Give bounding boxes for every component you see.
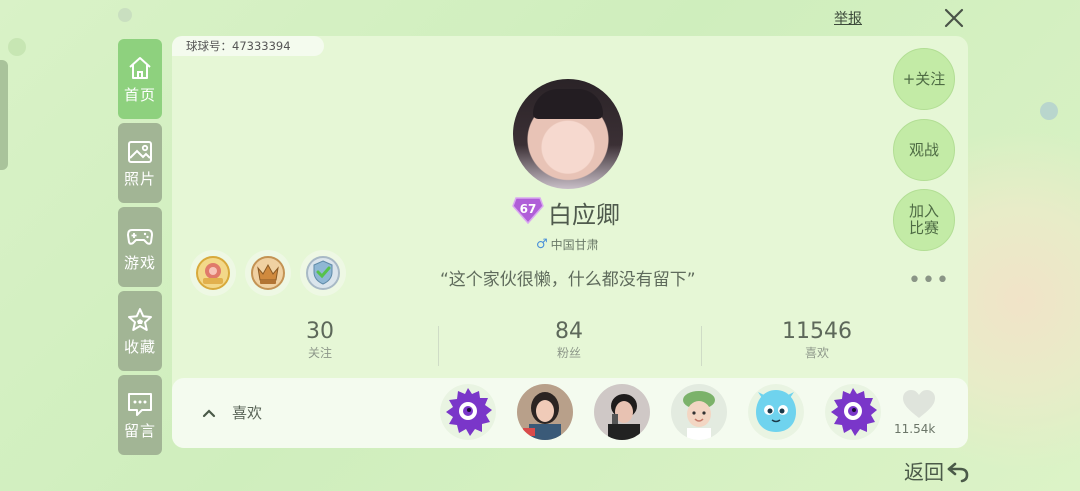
sidebar-item-label: 首页 — [123, 85, 156, 104]
back-arrow-icon — [947, 462, 969, 482]
likes-count: 11.54k — [894, 422, 936, 436]
star-icon — [128, 307, 152, 331]
likes-collapse-toggle[interactable]: 喜欢 — [202, 402, 262, 423]
liker-avatar[interactable] — [517, 384, 573, 440]
stat-label: 喜欢 — [804, 346, 829, 360]
shield-check-icon — [306, 256, 340, 290]
user-photo-avatar — [671, 384, 727, 440]
back-label: 返回 — [904, 460, 944, 484]
report-link[interactable]: 举报 — [834, 8, 862, 28]
stat-following[interactable]: 30 关注 — [220, 319, 420, 361]
medal-list — [190, 250, 346, 296]
background-bubble — [8, 38, 26, 56]
join-match-label: 加入比赛 — [908, 202, 939, 237]
sidebar-item-messages[interactable]: 留言 — [118, 375, 162, 455]
stat-fans[interactable]: 84 粉丝 — [469, 319, 669, 361]
medal-badge[interactable] — [190, 250, 236, 296]
gamepad-icon — [127, 228, 153, 245]
divider — [701, 326, 702, 366]
uid-label: 球球号：47333394 — [172, 36, 324, 56]
trophy-icon — [196, 256, 230, 290]
more-options-button[interactable]: ••• — [908, 268, 950, 293]
medal-badge[interactable] — [300, 250, 346, 296]
motto-text: “这个家伙很懒，什么都没有留下” — [440, 270, 696, 290]
join-match-button[interactable]: 加入比赛 — [893, 189, 955, 251]
watch-button[interactable]: 观战 — [893, 119, 955, 181]
stat-label: 粉丝 — [556, 346, 581, 360]
liker-avatar[interactable] — [440, 384, 496, 440]
stat-value: 84 — [555, 319, 583, 344]
chevron-up-icon — [202, 408, 216, 417]
location-text: 中国甘肃 — [550, 238, 599, 252]
background-bubble — [1040, 102, 1058, 120]
divider — [438, 326, 439, 366]
back-button[interactable]: 返回 — [904, 456, 970, 485]
sidebar-item-photos[interactable]: 照片 — [118, 123, 162, 203]
sidebar-item-favorites[interactable]: 收藏 — [118, 291, 162, 371]
stat-value: 11546 — [782, 319, 852, 344]
edge-drawer-handle[interactable] — [0, 60, 8, 170]
avatar[interactable] — [513, 79, 623, 189]
sidebar-item-label: 收藏 — [123, 337, 156, 356]
sidebar-item-games[interactable]: 游戏 — [118, 207, 162, 287]
stat-label: 关注 — [307, 346, 332, 360]
liker-avatar[interactable] — [825, 384, 881, 440]
likes-label: 喜欢 — [232, 404, 263, 422]
purple-monster-avatar — [825, 384, 881, 440]
background-bubble — [118, 8, 132, 22]
home-icon — [129, 56, 151, 79]
likes-bar: 喜欢 11.54k — [172, 378, 968, 448]
sidebar-item-label: 照片 — [123, 169, 156, 188]
crown-icon — [251, 256, 285, 290]
user-photo-avatar — [517, 384, 573, 440]
heart-icon[interactable] — [901, 388, 937, 420]
level-badge-icon: 67 — [512, 197, 544, 224]
photo-icon — [128, 140, 152, 163]
liker-avatar[interactable] — [594, 384, 650, 440]
blue-blob-avatar — [748, 384, 804, 440]
message-icon — [128, 392, 152, 416]
username: 白应卿 — [548, 201, 620, 229]
liker-avatar[interactable] — [671, 384, 727, 440]
sidebar-item-home[interactable]: 首页 — [118, 39, 162, 119]
sidebar-item-label: 游戏 — [123, 253, 156, 272]
user-photo-avatar — [594, 384, 650, 440]
male-icon: ♂ — [536, 237, 548, 252]
level-number: 67 — [520, 202, 537, 216]
stat-likes[interactable]: 11546 喜欢 — [717, 319, 917, 361]
liker-avatar[interactable] — [748, 384, 804, 440]
close-icon[interactable] — [942, 6, 966, 30]
medal-badge[interactable] — [245, 250, 291, 296]
sidebar-item-label: 留言 — [123, 421, 156, 440]
avatar-hair — [533, 89, 603, 119]
stat-value: 30 — [306, 319, 334, 344]
purple-monster-avatar — [440, 384, 496, 440]
gender-location: ♂ 中国甘肃 — [536, 236, 599, 253]
follow-button[interactable]: +关注 — [893, 48, 955, 110]
